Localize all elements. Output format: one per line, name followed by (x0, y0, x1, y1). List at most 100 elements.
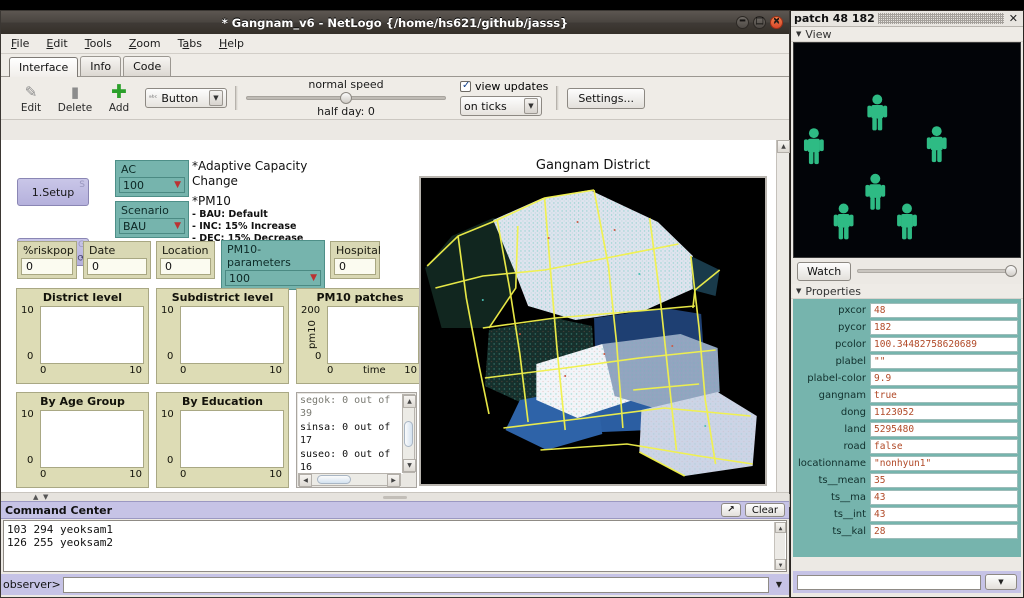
menu-help[interactable]: Help (217, 36, 246, 51)
property-value[interactable]: 43 (870, 507, 1018, 522)
chevron-down-icon[interactable]: ▼ (174, 180, 181, 190)
zoom-slider-knob[interactable] (1005, 265, 1017, 277)
property-value[interactable]: 1123052 (870, 405, 1018, 420)
property-value[interactable]: false (870, 439, 1018, 454)
chevron-down-icon[interactable]: ▼ (209, 90, 223, 106)
settings-button[interactable]: Settings... (567, 87, 645, 109)
widget-type-select[interactable]: ᵃᵇᶜ Button ▼ (145, 88, 227, 108)
output-vscrollbar[interactable]: ▲ ▼ (402, 394, 416, 473)
cc-vscrollbar[interactable]: ▲ ▼ (774, 522, 786, 570)
tab-interface[interactable]: Interface (9, 57, 79, 77)
chooser-ac[interactable]: AC 100 ▼ (115, 160, 189, 197)
property-value[interactable]: 100.34482758620689 (870, 337, 1018, 352)
output-hscrollbar[interactable]: ◀ ▶ (298, 473, 401, 487)
property-row[interactable]: ts__mean 35 (796, 472, 1018, 489)
checkbox-icon[interactable] (460, 80, 471, 92)
property-row[interactable]: pxcor 48 (796, 302, 1018, 319)
chooser-scenario[interactable]: Scenario BAU ▼ (115, 201, 189, 238)
clear-button[interactable]: Clear (744, 503, 785, 517)
property-row[interactable]: ts__kal 28 (796, 523, 1018, 540)
close-icon[interactable]: ✕ (1007, 12, 1020, 25)
property-value[interactable]: 48 (870, 303, 1018, 318)
tab-code[interactable]: Code (123, 56, 172, 76)
scroll-down-icon[interactable]: ▼ (403, 459, 416, 472)
view-section-header[interactable]: ▼ View (791, 27, 1023, 42)
speed-slider[interactable] (246, 92, 446, 104)
command-center-divider[interactable]: ▲ ▼ (1, 492, 789, 501)
property-row[interactable]: locationname "nonhyun1" (796, 455, 1018, 472)
chooser-pm10-parameters[interactable]: PM10-parameters 100 ▼ (221, 240, 325, 290)
scroll-right-icon[interactable]: ▶ (387, 474, 400, 487)
edit-button[interactable]: ✎ Edit (9, 83, 53, 114)
plot-pm10-patches[interactable]: PM10 patches 200 pm10 0 0 time 10 (296, 288, 424, 384)
close-icon[interactable]: × (770, 16, 783, 29)
properties-section-header[interactable]: ▼ Properties (791, 284, 1023, 299)
chevron-down-icon[interactable]: ▼ (985, 574, 1017, 590)
interface-vscrollbar[interactable]: ▲ ▼ (776, 140, 790, 507)
scroll-up-icon[interactable]: ▲ (403, 395, 416, 408)
property-row[interactable]: gangnam true (796, 387, 1018, 404)
property-row[interactable]: plabel-color 9.9 (796, 370, 1018, 387)
scroll-up-icon[interactable]: ▲ (775, 522, 786, 533)
chevron-down-icon[interactable]: ▼ (771, 580, 787, 589)
scroll-up-icon[interactable]: ▲ (777, 140, 790, 153)
collapse-down-icon[interactable]: ▼ (43, 493, 48, 501)
chevron-down-icon[interactable]: ▼ (796, 30, 801, 38)
property-value[interactable]: true (870, 388, 1018, 403)
output-widget[interactable]: segok: 0 out of 39 sinsa: 0 out of 17 su… (296, 392, 417, 488)
output-vscroll-thumb[interactable] (404, 421, 413, 447)
chevron-down-icon[interactable]: ▼ (524, 98, 538, 114)
world-view-widget[interactable]: Gangnam District (419, 158, 767, 488)
menu-tabs[interactable]: Tabs (176, 36, 204, 51)
plot-by-age-group[interactable]: By Age Group 10 0 0 10 (16, 392, 149, 488)
update-mode-select[interactable]: on ticks ▼ (460, 96, 542, 116)
world-view-canvas[interactable] (419, 176, 767, 486)
property-value[interactable]: 28 (870, 524, 1018, 539)
scroll-left-icon[interactable]: ◀ (299, 474, 312, 487)
inspector-command-input[interactable] (797, 574, 981, 590)
zoom-slider[interactable] (857, 265, 1017, 277)
resize-grip[interactable] (383, 496, 407, 499)
chooser-ac-value-row[interactable]: 100 ▼ (119, 177, 185, 193)
inspector-view-canvas[interactable] (793, 42, 1021, 258)
chevron-down-icon[interactable]: ▼ (310, 273, 317, 283)
property-row[interactable]: road false (796, 438, 1018, 455)
setup-button[interactable]: 1.Setup S (17, 178, 89, 206)
chooser-scenario-value-row[interactable]: BAU ▼ (119, 218, 185, 234)
property-value[interactable]: 5295480 (870, 422, 1018, 437)
command-center-output[interactable]: 103 294 yeoksam1 126 255 yeoksam2 ▲ ▼ (3, 520, 787, 572)
property-row[interactable]: ts__ma 43 (796, 489, 1018, 506)
property-row[interactable]: land 5295480 (796, 421, 1018, 438)
delete-button[interactable]: ▮ Delete (53, 83, 97, 114)
minimize-icon[interactable]: − (736, 16, 749, 29)
plot-district-level[interactable]: District level 10 0 0 10 (16, 288, 149, 384)
menu-zoom[interactable]: Zoom (127, 36, 163, 51)
property-row[interactable]: pcolor 100.34482758620689 (796, 336, 1018, 353)
chevron-down-icon[interactable]: ▼ (174, 221, 181, 231)
popout-icon[interactable]: ↗ (720, 503, 741, 517)
output-hscroll-thumb[interactable] (317, 475, 351, 484)
property-row[interactable]: dong 1123052 (796, 404, 1018, 421)
property-value[interactable]: 43 (870, 490, 1018, 505)
scroll-down-icon[interactable]: ▼ (775, 559, 786, 570)
property-value[interactable]: "" (870, 354, 1018, 369)
watch-button[interactable]: Watch (797, 261, 852, 281)
property-row[interactable]: ts__int 43 (796, 506, 1018, 523)
property-value[interactable]: 182 (870, 320, 1018, 335)
menu-tools[interactable]: Tools (83, 36, 114, 51)
property-row[interactable]: pycor 182 (796, 319, 1018, 336)
speed-slider-knob[interactable] (340, 92, 352, 104)
view-updates-checkbox[interactable]: view updates (460, 80, 548, 93)
tab-info[interactable]: Info (80, 56, 122, 76)
plot-by-education[interactable]: By Education 10 0 0 10 (156, 392, 289, 488)
chevron-down-icon[interactable]: ▼ (796, 287, 801, 295)
maximize-icon[interactable]: □ (753, 16, 766, 29)
menu-file[interactable]: File (9, 36, 31, 51)
plot-subdistrict-level[interactable]: Subdistrict level 10 0 0 10 (156, 288, 289, 384)
command-input[interactable] (62, 576, 769, 593)
collapse-up-icon[interactable]: ▲ (33, 493, 38, 501)
chooser-pm10-value-row[interactable]: 100 ▼ (225, 270, 321, 286)
menu-edit[interactable]: Edit (44, 36, 69, 51)
property-value[interactable]: 9.9 (870, 371, 1018, 386)
property-value[interactable]: 35 (870, 473, 1018, 488)
